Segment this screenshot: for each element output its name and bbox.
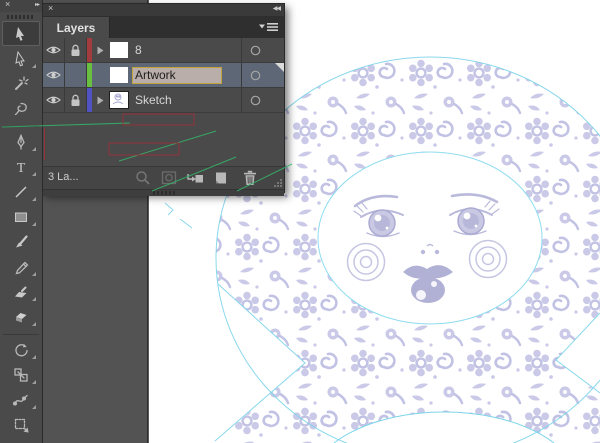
lock-toggle[interactable] — [65, 63, 87, 87]
free-transform-tool[interactable] — [3, 412, 39, 437]
visibility-toggle[interactable] — [43, 88, 65, 112]
expand-triangle-icon[interactable] — [92, 88, 108, 112]
scale-tool[interactable] — [3, 362, 39, 387]
delete-layer-icon[interactable] — [242, 170, 258, 186]
selection-indicator — [269, 63, 284, 87]
clipping-mask-icon[interactable] — [161, 170, 177, 186]
target-circle-icon[interactable] — [241, 88, 269, 112]
visibility-toggle[interactable] — [43, 63, 65, 87]
pencil-tool[interactable] — [3, 254, 39, 279]
layer-thumbnail[interactable] — [108, 38, 130, 62]
tab-layers[interactable]: Layers — [43, 17, 110, 38]
layer-count-text: 3 La... — [48, 171, 79, 183]
lasso-tool[interactable] — [3, 96, 39, 121]
blob-brush-tool[interactable] — [3, 279, 39, 304]
type-tool[interactable]: T — [3, 154, 39, 179]
tools-panel: × ▸▸ T — [0, 0, 43, 443]
direct-selection-tool[interactable] — [3, 46, 39, 71]
panel-tabbar: Layers — [43, 17, 284, 38]
layer-thumbnail[interactable] — [108, 88, 130, 112]
panel-drag-handle[interactable] — [43, 189, 284, 196]
toolbar-drag-handle[interactable] — [7, 15, 35, 19]
panel-resize-grip[interactable] — [273, 178, 283, 188]
lock-toggle[interactable] — [65, 88, 87, 112]
layer-name[interactable]: 8 — [130, 43, 241, 57]
locate-object-icon[interactable] — [135, 170, 151, 186]
layer-name-input[interactable] — [132, 66, 222, 84]
target-circle-icon[interactable] — [241, 63, 269, 87]
magic-wand-tool[interactable] — [3, 71, 39, 96]
expand-triangle-icon[interactable] — [92, 38, 108, 62]
new-layer-icon[interactable] — [213, 170, 229, 186]
layer-row-artwork[interactable] — [43, 63, 284, 88]
layer-name-cell — [130, 63, 241, 87]
pen-tool[interactable] — [3, 126, 39, 154]
visibility-toggle[interactable] — [43, 38, 65, 62]
expand-triangle-icon[interactable] — [92, 63, 108, 87]
target-circle-icon[interactable] — [241, 38, 269, 62]
rectangle-tool[interactable] — [3, 204, 39, 229]
layers-panel: × ◀◀ Layers 8 Sketch 3 La... — [42, 3, 285, 196]
new-sublayer-icon[interactable] — [186, 170, 203, 186]
toolbar-close-icon[interactable]: × — [5, 0, 10, 9]
shape-builder-tool[interactable] — [3, 437, 39, 443]
svg-text:T: T — [17, 161, 26, 175]
width-tool[interactable] — [3, 387, 39, 412]
layer-row-8[interactable]: 8 — [43, 38, 284, 63]
panel-titlebar[interactable]: × ◀◀ — [43, 3, 284, 17]
panel-status-bar: 3 La... — [43, 166, 284, 189]
collapse-to-icons-icon[interactable]: ◀◀ — [273, 5, 281, 12]
layer-row-sketch[interactable]: Sketch — [43, 88, 284, 113]
selection-indicator — [269, 38, 284, 62]
layer-name[interactable]: Sketch — [130, 93, 241, 107]
paintbrush-tool[interactable] — [3, 229, 39, 254]
eraser-tool[interactable] — [3, 304, 39, 329]
layer-thumbnail[interactable] — [108, 63, 130, 87]
rotate-tool[interactable] — [3, 334, 39, 362]
toolbar-expand-icon[interactable]: ▸▸ — [35, 1, 40, 8]
panel-close-icon[interactable]: × — [48, 3, 53, 13]
selection-tool[interactable] — [2, 21, 40, 46]
layer-list: 8 Sketch — [43, 38, 284, 166]
lock-toggle[interactable] — [65, 38, 87, 62]
line-segment-tool[interactable] — [3, 179, 39, 204]
toolbar-titlebar[interactable]: × ▸▸ — [0, 0, 42, 12]
selection-indicator — [269, 88, 284, 112]
panel-menu-icon[interactable] — [259, 22, 279, 32]
illustrator-window: × ◀◀ Layers 8 Sketch 3 La... — [0, 0, 600, 443]
